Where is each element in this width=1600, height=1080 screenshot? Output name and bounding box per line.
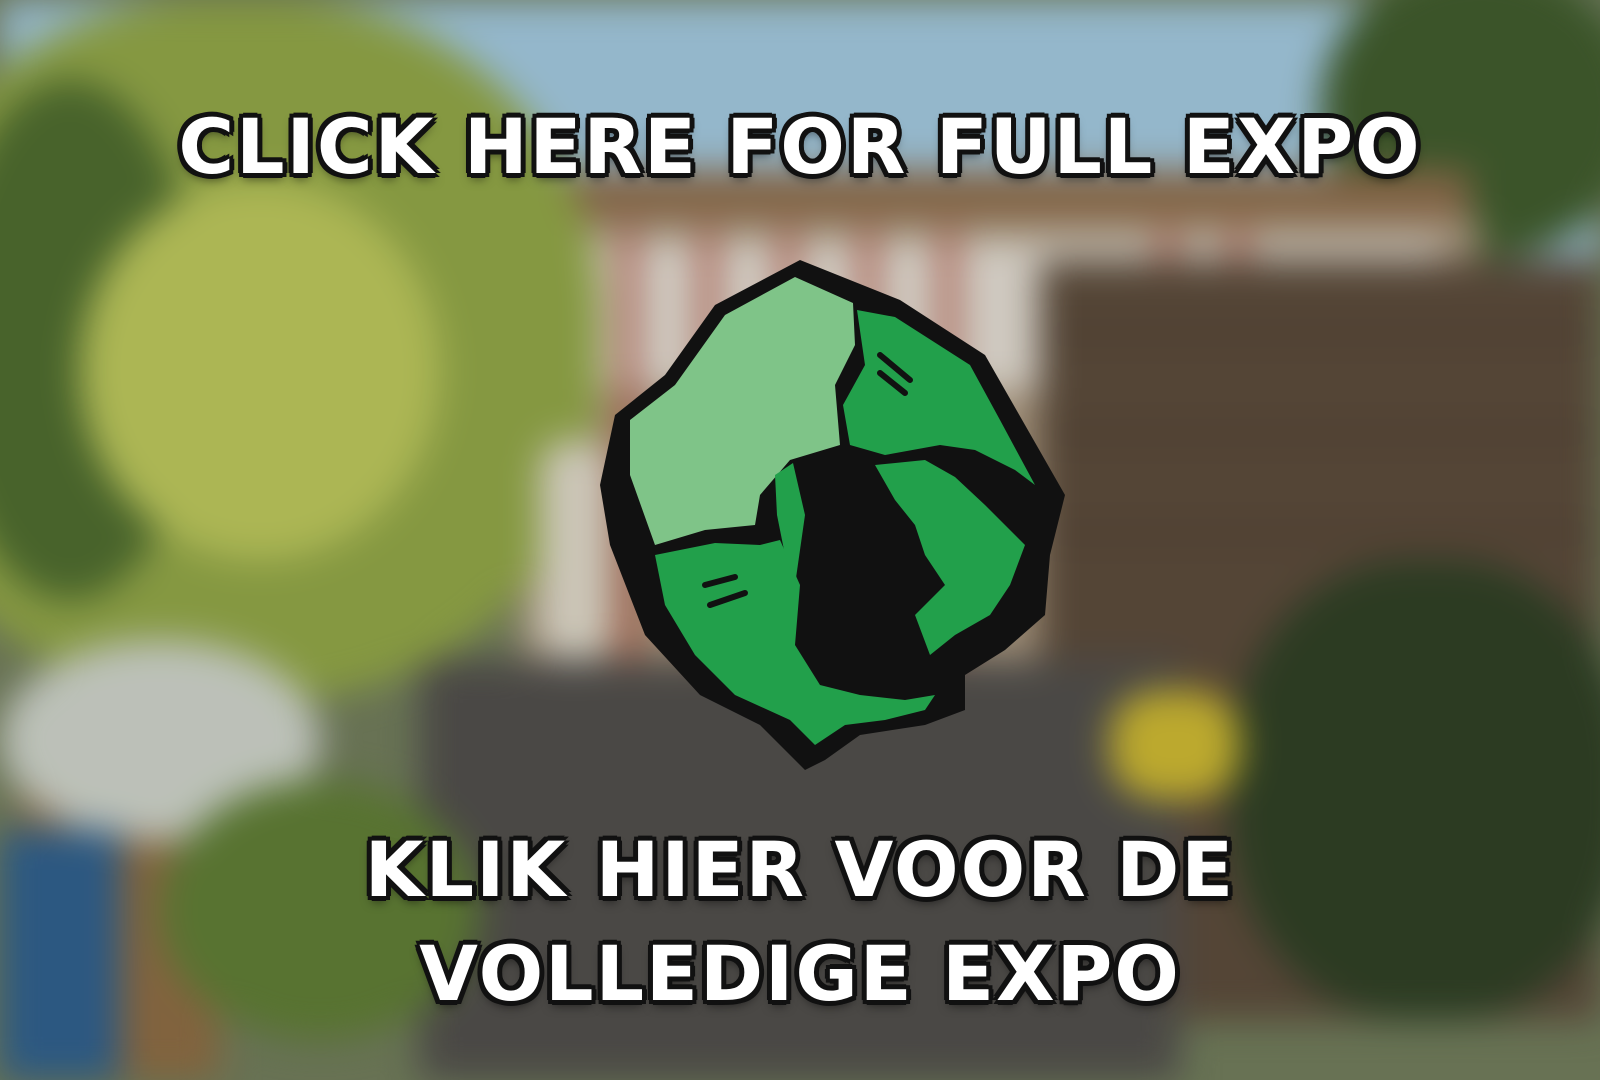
dutch-heading-line-1[interactable]: KLIK HIER VOOR DE <box>0 818 1600 922</box>
green-rock-logo-icon <box>600 260 1065 770</box>
dutch-heading[interactable]: KLIK HIER VOOR DE VOLLEDIGE EXPO <box>0 818 1600 1026</box>
full-expo-link-banner[interactable]: CLICK HERE FOR FULL EXPO KLIK HIER VOOR … <box>0 0 1600 1080</box>
dutch-heading-line-2[interactable]: VOLLEDIGE EXPO <box>0 922 1600 1026</box>
english-heading[interactable]: CLICK HERE FOR FULL EXPO <box>0 92 1600 202</box>
